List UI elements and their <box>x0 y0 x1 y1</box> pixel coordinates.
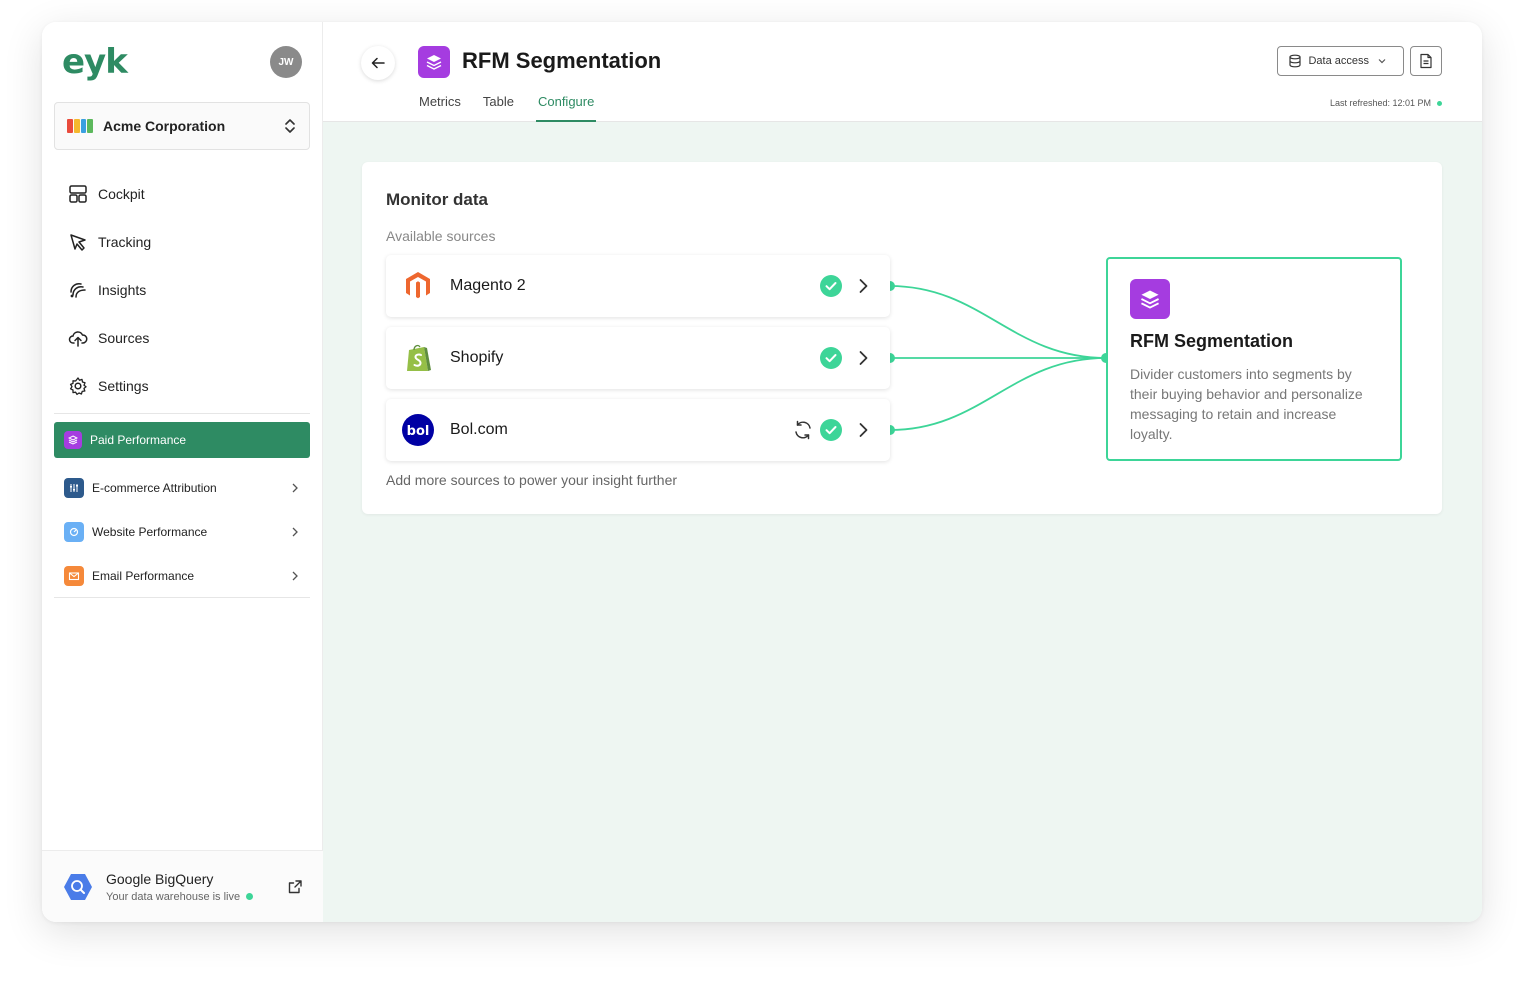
sidebar: eyk JW Acme Corporation Cockpit Tracking… <box>42 22 323 922</box>
insight-list: Paid Performance E-commerce Attribution … <box>54 422 310 598</box>
check-circle-icon <box>820 347 842 369</box>
insight-label: Email Performance <box>92 569 195 583</box>
live-indicator <box>246 893 254 900</box>
insights-icon <box>70 283 86 298</box>
nav-label: Settings <box>98 378 149 394</box>
gauge-icon <box>64 522 84 542</box>
insight-target-card[interactable]: RFM Segmentation Divider customers into … <box>1106 257 1402 461</box>
layout-icon <box>69 185 87 203</box>
chevron-right-icon[interactable] <box>852 275 874 297</box>
source-name: Bol.com <box>450 421 508 438</box>
chevron-down-icon <box>1378 59 1386 64</box>
chevron-right-icon <box>292 483 298 493</box>
warehouse-status-text: Your data warehouse is live <box>106 891 287 903</box>
page-title: RFM Segmentation <box>462 48 662 73</box>
insight-label: Paid Performance <box>90 433 187 447</box>
layers-icon <box>64 431 82 449</box>
data-access-label: Data access <box>1308 55 1369 67</box>
app-window: eyk JW Acme Corporation Cockpit Tracking… <box>42 22 1482 922</box>
chevron-updown-icon <box>285 119 295 133</box>
main-area: RFM Segmentation Metrics Table Configure… <box>323 22 1482 922</box>
last-refreshed: Last refreshed: 12:01 PM <box>1330 98 1442 108</box>
page-header: RFM Segmentation Metrics Table Configure… <box>323 22 1482 122</box>
main-nav: Cockpit Tracking Insights Sources Settin… <box>54 170 310 410</box>
chevron-right-icon <box>292 571 298 581</box>
source-shopify[interactable]: Shopify <box>386 327 890 389</box>
cloud-upload-icon <box>68 331 88 347</box>
check-circle-icon <box>820 275 842 297</box>
gear-icon <box>69 377 87 396</box>
database-icon <box>1289 54 1302 68</box>
sliders-icon <box>64 478 84 498</box>
org-logo-icon <box>67 119 93 133</box>
sync-icon[interactable] <box>792 419 814 441</box>
brand-logo[interactable]: eyk <box>62 44 128 80</box>
check-circle-icon <box>820 419 842 441</box>
org-switcher[interactable]: Acme Corporation <box>54 102 310 150</box>
target-description: Divider customers into segments by their… <box>1130 366 1363 442</box>
chevron-right-icon[interactable] <box>852 419 874 441</box>
last-refreshed-label: Last refreshed: 12:01 PM <box>1329 98 1431 108</box>
warehouse-status-label: Your data warehouse is live <box>106 890 241 903</box>
card-title: Monitor data <box>386 190 488 209</box>
insight-label: E-commerce Attribution <box>92 481 217 495</box>
tab-configure[interactable]: Configure <box>535 92 597 122</box>
layers-icon <box>418 46 450 78</box>
avatar[interactable]: JW <box>270 46 302 78</box>
arrow-left-icon <box>371 57 385 69</box>
nav-label: Tracking <box>98 234 152 250</box>
nav-item-sources[interactable]: Sources <box>54 314 310 362</box>
nav-item-settings[interactable]: Settings <box>54 362 310 410</box>
tab-metrics[interactable]: Metrics <box>419 92 461 122</box>
insight-divider <box>54 597 310 598</box>
warehouse-status: Google BigQuery Your data warehouse is l… <box>42 850 323 922</box>
mail-icon <box>64 566 84 586</box>
source-magento[interactable]: Magento 2 <box>386 255 890 317</box>
document-icon <box>1420 53 1432 69</box>
magento-logo-icon <box>406 272 430 299</box>
tab-table[interactable]: Table <box>483 92 514 122</box>
document-button[interactable] <box>1410 46 1442 76</box>
external-link-icon[interactable] <box>287 879 303 895</box>
org-name: Acme Corporation <box>103 118 226 134</box>
nav-label: Sources <box>98 330 150 346</box>
insight-label: Website Performance <box>92 525 208 539</box>
bigquery-icon <box>64 873 92 900</box>
bolcom-logo-icon: bol <box>402 414 434 446</box>
nav-item-cockpit[interactable]: Cockpit <box>54 170 310 218</box>
nav-item-insights[interactable]: Insights <box>54 266 310 314</box>
source-bolcom[interactable]: bol Bol.com <box>386 399 890 461</box>
card-subtitle: Available sources <box>386 228 496 244</box>
warehouse-title: Google BigQuery <box>106 870 214 887</box>
sidebar-header: eyk JW <box>62 44 302 80</box>
layers-icon <box>1130 279 1170 319</box>
nav-divider <box>54 413 310 414</box>
back-button[interactable] <box>361 46 395 80</box>
tab-bar: Metrics Table Configure <box>419 92 618 122</box>
data-access-button[interactable]: Data access <box>1277 46 1404 76</box>
nav-label: Insights <box>98 282 147 298</box>
source-name: Magento 2 <box>450 277 526 294</box>
svg-text:bol: bol <box>407 424 430 439</box>
shopify-logo-icon <box>407 344 431 371</box>
insight-item-paid-performance[interactable]: Paid Performance <box>54 422 310 458</box>
nav-item-tracking[interactable]: Tracking <box>54 218 310 266</box>
refresh-indicator <box>1437 100 1442 106</box>
chevron-right-icon <box>292 527 298 537</box>
add-sources-hint: Add more sources to power your insight f… <box>386 472 678 488</box>
cursor-icon <box>70 234 86 251</box>
insight-item-ecommerce-attribution[interactable]: E-commerce Attribution <box>54 466 310 510</box>
chevron-right-icon[interactable] <box>852 347 874 369</box>
insight-item-website-performance[interactable]: Website Performance <box>54 510 310 554</box>
target-title: RFM Segmentation <box>1130 331 1294 351</box>
nav-label: Cockpit <box>98 186 145 202</box>
source-name: Shopify <box>450 349 504 366</box>
monitor-data-card: Monitor data Available sources Magento 2… <box>362 162 1442 514</box>
insight-item-email-performance[interactable]: Email Performance <box>54 554 310 598</box>
